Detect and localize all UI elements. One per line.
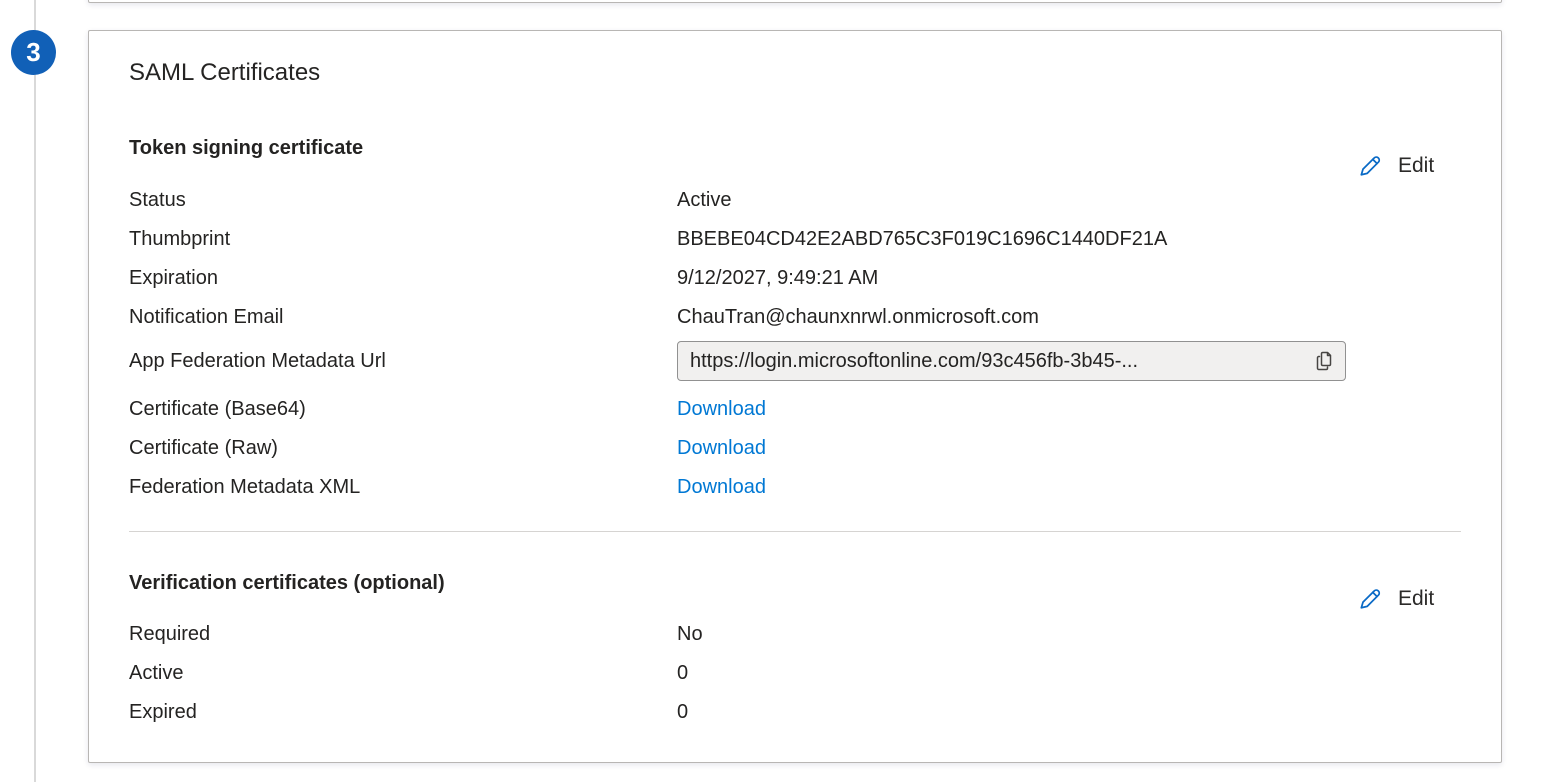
edit-label: Edit: [1398, 587, 1434, 611]
verification-certificate-properties: Required No Active 0 Expired 0: [129, 615, 1461, 732]
active-count-row: Active 0: [129, 654, 1461, 693]
required-value: No: [677, 615, 1461, 654]
expired-count-label: Expired: [129, 693, 677, 732]
notification-email-row: Notification Email ChauTran@chaunxnrwl.o…: [129, 298, 1461, 337]
token-certificate-properties: Status Active Thumbprint BBEBE04CD42E2AB…: [129, 181, 1461, 507]
metadata-url-field[interactable]: https://login.microsoftonline.com/93c456…: [677, 341, 1346, 381]
app-federation-metadata-url-row: App Federation Metadata Url https://logi…: [129, 337, 1461, 385]
thumbprint-value: BBEBE04CD42E2ABD765C3F019C1696C1440DF21A: [677, 220, 1461, 259]
notification-email-label: Notification Email: [129, 298, 677, 337]
edit-token-signing-certificate-button[interactable]: Edit: [1356, 146, 1434, 186]
federation-metadata-xml-row: Federation Metadata XML Download: [129, 468, 1461, 507]
app-federation-metadata-url-label: App Federation Metadata Url: [129, 337, 677, 385]
notification-email-value: ChauTran@chaunxnrwl.onmicrosoft.com: [677, 298, 1461, 337]
expired-count-value: 0: [677, 693, 1461, 732]
step-connector-line: [34, 0, 36, 782]
status-value: Active: [677, 181, 1461, 220]
certificate-base64-label: Certificate (Base64): [129, 390, 677, 429]
edit-label: Edit: [1398, 154, 1434, 178]
card-title: SAML Certificates: [129, 57, 1461, 89]
expiration-value: 9/12/2027, 9:49:21 AM: [677, 259, 1461, 298]
step-number: 3: [26, 37, 40, 68]
download-rows: Certificate (Base64) Download Certificat…: [129, 390, 1461, 507]
token-signing-certificate-heading: Token signing certificate: [129, 134, 1461, 162]
certificate-base64-row: Certificate (Base64) Download: [129, 390, 1461, 429]
certificate-raw-row: Certificate (Raw) Download: [129, 429, 1461, 468]
step-3-badge: 3: [11, 30, 56, 75]
required-row: Required No: [129, 615, 1461, 654]
active-count-value: 0: [677, 654, 1461, 693]
federation-metadata-xml-label: Federation Metadata XML: [129, 468, 677, 507]
metadata-url-value: https://login.microsoftonline.com/93c456…: [690, 337, 1301, 385]
certificate-raw-label: Certificate (Raw): [129, 429, 677, 468]
previous-card-bottom-edge: [88, 0, 1502, 3]
active-count-label: Active: [129, 654, 677, 693]
copy-url-button[interactable]: [1307, 344, 1341, 378]
copy-icon: [1312, 349, 1336, 373]
expired-count-row: Expired 0: [129, 693, 1461, 732]
sso-setup-page: 3 SAML Certificates Token signing certif…: [0, 0, 1544, 782]
saml-certificates-card: SAML Certificates Token signing certific…: [88, 30, 1502, 763]
required-label: Required: [129, 615, 677, 654]
pencil-icon: [1356, 585, 1384, 613]
download-certificate-raw-link[interactable]: Download: [677, 437, 766, 459]
pencil-icon: [1356, 152, 1384, 180]
status-label: Status: [129, 181, 677, 220]
status-row: Status Active: [129, 181, 1461, 220]
expiration-label: Expiration: [129, 259, 677, 298]
section-divider: [129, 531, 1461, 532]
download-federation-metadata-xml-link[interactable]: Download: [677, 476, 766, 498]
edit-verification-certificates-button[interactable]: Edit: [1356, 579, 1434, 619]
download-certificate-base64-link[interactable]: Download: [677, 398, 766, 420]
thumbprint-label: Thumbprint: [129, 220, 677, 259]
thumbprint-row: Thumbprint BBEBE04CD42E2ABD765C3F019C169…: [129, 220, 1461, 259]
verification-certificates-heading: Verification certificates (optional): [129, 569, 1461, 597]
expiration-row: Expiration 9/12/2027, 9:49:21 AM: [129, 259, 1461, 298]
